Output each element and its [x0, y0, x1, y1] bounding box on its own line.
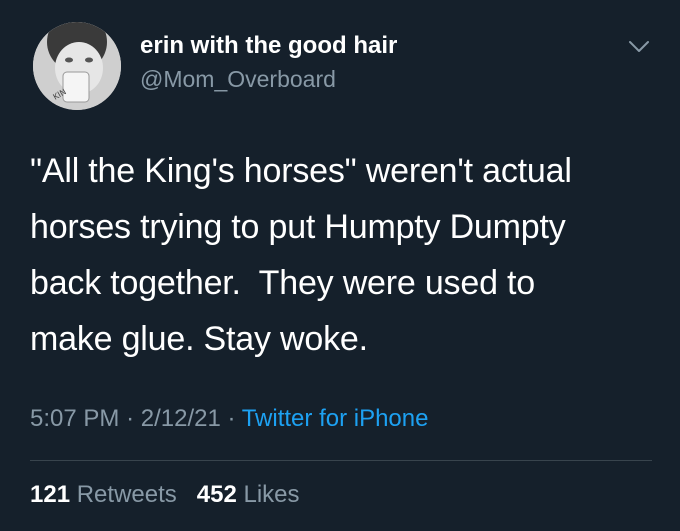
- tweet-date[interactable]: 2/12/21: [141, 405, 221, 432]
- meta-separator: ·: [227, 405, 236, 432]
- author-handle[interactable]: @Mom_Overboard: [140, 66, 336, 93]
- tweet-source-link[interactable]: Twitter for iPhone: [242, 405, 429, 432]
- likes-label: Likes: [243, 481, 300, 508]
- meta-separator: ·: [126, 405, 135, 432]
- tweet-text-line: make glue. Stay woke.: [30, 320, 368, 358]
- tweet-text-line: back together. They were used to: [30, 264, 535, 302]
- likes-count: 452: [196, 481, 237, 508]
- tweet-stats: 121 Retweets 452 Likes: [30, 481, 300, 509]
- tweet-meta: 5:07 PM · 2/12/21 · Twitter for iPhone: [30, 405, 428, 433]
- tweet-time[interactable]: 5:07 PM: [30, 405, 119, 432]
- author-avatar[interactable]: KIN: [33, 22, 121, 110]
- author-display-name[interactable]: erin with the good hair: [140, 32, 397, 60]
- chevron-down-icon[interactable]: [626, 36, 652, 56]
- tweet-card: KIN erin with the good hair @Mom_Overboa…: [0, 0, 680, 531]
- avatar-photo-icon: KIN: [33, 22, 121, 110]
- tweet-text-line: horses trying to put Humpty Dumpty: [30, 208, 566, 246]
- retweets-count: 121: [30, 481, 71, 508]
- tweet-text: "All the King's horses" weren't actual h…: [30, 143, 660, 367]
- likes-stat[interactable]: 452 Likes: [197, 481, 300, 508]
- retweets-label: Retweets: [76, 481, 177, 508]
- tweet-text-line: "All the King's horses" weren't actual: [30, 152, 572, 190]
- divider: [30, 460, 652, 461]
- retweets-stat[interactable]: 121 Retweets: [30, 481, 177, 508]
